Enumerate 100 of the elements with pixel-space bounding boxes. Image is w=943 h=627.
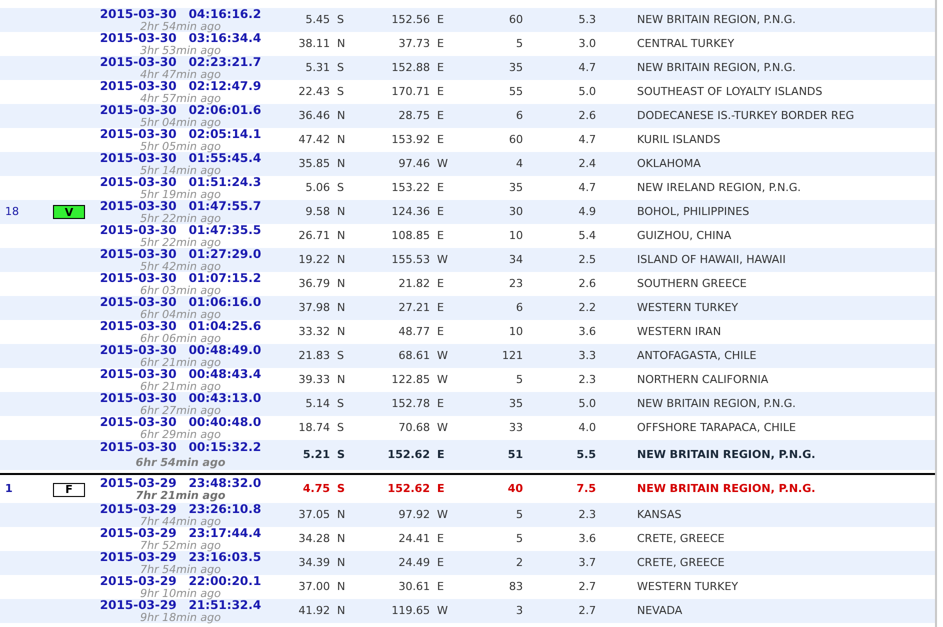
location-text: SOUTHEAST OF LOYALTY ISLANDS: [637, 84, 822, 98]
time-ago-text: 7hr 21min ago: [136, 490, 226, 502]
magnitude-text: 4.7: [578, 132, 596, 146]
location-text: NEW BRITAIN REGION, P.N.G.: [637, 448, 816, 461]
magnitude-text: 5.3: [578, 12, 596, 26]
hemisphere-text: W: [437, 508, 448, 521]
hemisphere-text: E: [437, 60, 444, 74]
latitude-text: 5.14: [306, 396, 330, 410]
magnitude-text: 4.7: [578, 60, 596, 74]
location-text: CENTRAL TURKEY: [637, 36, 734, 50]
longitude-text: 70.68: [398, 420, 430, 434]
hemisphere-text: N: [337, 276, 346, 290]
magnitude-text: 5.4: [578, 228, 596, 242]
event-time: 04:16:16.2: [188, 8, 262, 20]
hemisphere-text: E: [437, 276, 444, 290]
magnitude-text: 2.2: [578, 300, 596, 314]
hemisphere-text: N: [337, 604, 346, 617]
hemisphere-text: W: [437, 156, 448, 170]
event-time: 01:47:55.7: [188, 200, 262, 212]
magnitude-text: 3.0: [578, 36, 596, 50]
time-ago-text: 6hr 27min ago: [140, 404, 221, 416]
latitude-text: 39.33: [298, 372, 330, 386]
time-ago-text: 7hr 44min ago: [140, 516, 221, 528]
magnitude-text: 7.5: [576, 482, 596, 496]
depth-text: 51: [508, 448, 523, 461]
depth-text: 5: [516, 36, 523, 50]
event-date: 2015-03-29: [100, 550, 177, 562]
longitude-text: 27.21: [398, 300, 430, 314]
longitude-text: 48.77: [398, 324, 430, 338]
location-text: NEW BRITAIN REGION, P.N.G.: [637, 482, 816, 496]
status-badge: V: [53, 205, 85, 219]
location-text: WESTERN TURKEY: [637, 300, 738, 314]
hemisphere-text: E: [437, 204, 444, 218]
location-text: NEW BRITAIN REGION, P.N.G.: [637, 396, 796, 410]
hemisphere-text: E: [437, 324, 444, 338]
event-date: 2015-03-30: [100, 248, 177, 260]
hemisphere-text: S: [337, 180, 344, 194]
latitude-text: 34.28: [298, 532, 330, 545]
depth-text: 35: [509, 396, 523, 410]
hemisphere-text: E: [437, 228, 444, 242]
event-time: 00:15:32.2: [188, 441, 262, 453]
depth-text: 60: [509, 12, 523, 26]
latitude-text: 26.71: [298, 228, 330, 242]
time-ago-text: 5hr 14min ago: [140, 164, 221, 176]
longitude-text: 21.82: [398, 276, 430, 290]
event-date: 2015-03-30: [100, 296, 177, 308]
depth-text: 121: [502, 348, 523, 362]
magnitude-text: 2.3: [578, 508, 596, 521]
location-text: NEW BRITAIN REGION, P.N.G.: [637, 12, 796, 26]
event-date: 2015-03-30: [100, 128, 177, 140]
time-ago-text: 4hr 47min ago: [140, 68, 221, 80]
event-time: 01:07:15.2: [188, 272, 262, 284]
location-text: ANTOFAGASTA, CHILE: [637, 348, 756, 362]
depth-text: 35: [509, 180, 523, 194]
magnitude-text: 2.6: [578, 276, 596, 290]
magnitude-text: 5.5: [576, 448, 596, 461]
event-date: 2015-03-30: [100, 152, 177, 164]
location-text: OKLAHOMA: [637, 156, 701, 170]
hemisphere-text: N: [337, 36, 346, 50]
hemisphere-text: N: [337, 300, 346, 314]
longitude-text: 108.85: [392, 228, 430, 242]
longitude-text: 152.62: [388, 482, 430, 496]
hemisphere-text: S: [337, 482, 345, 496]
hemisphere-text: E: [437, 180, 444, 194]
event-time: 23:16:03.5: [188, 550, 262, 562]
location-text: KANSAS: [637, 508, 682, 521]
event-time: 01:04:25.6: [188, 320, 262, 332]
magnitude-text: 4.7: [578, 180, 596, 194]
event-date: 2015-03-30: [100, 104, 177, 116]
event-date: 2015-03-30: [100, 272, 177, 284]
hemisphere-text: W: [437, 420, 448, 434]
event-date: 2015-03-30: [100, 56, 177, 68]
event-date: 2015-03-30: [100, 32, 177, 44]
time-ago-text: 4hr 57min ago: [140, 92, 221, 104]
depth-text: 3: [516, 604, 523, 617]
hemisphere-text: W: [437, 372, 448, 386]
longitude-text: 170.71: [392, 84, 430, 98]
longitude-text: 37.73: [398, 36, 430, 50]
hemisphere-text: W: [437, 604, 448, 617]
time-ago-text: 6hr 03min ago: [140, 284, 221, 296]
event-date: 2015-03-30: [100, 320, 177, 332]
hemisphere-text: E: [437, 448, 445, 461]
hemisphere-text: N: [337, 156, 346, 170]
event-time: 01:51:24.3: [188, 176, 262, 188]
hemisphere-text: N: [337, 556, 346, 569]
depth-text: 6: [516, 108, 523, 122]
hemisphere-text: S: [337, 448, 345, 461]
time-ago-text: 2hr 54min ago: [140, 20, 221, 32]
hemisphere-text: N: [337, 204, 346, 218]
time-ago-text: 7hr 52min ago: [140, 540, 221, 552]
hemisphere-text: N: [337, 580, 346, 593]
location-text: OFFSHORE TARAPACA, CHILE: [637, 420, 796, 434]
latitude-text: 37.00: [298, 580, 330, 593]
time-ago-text: 5hr 05min ago: [140, 140, 221, 152]
hemisphere-text: W: [437, 252, 448, 266]
hemisphere-text: S: [337, 12, 344, 26]
time-ago-text: 6hr 04min ago: [140, 308, 221, 320]
magnitude-text: 2.7: [578, 604, 596, 617]
location-text: SOUTHERN GREECE: [637, 276, 747, 290]
location-text: KURIL ISLANDS: [637, 132, 720, 146]
